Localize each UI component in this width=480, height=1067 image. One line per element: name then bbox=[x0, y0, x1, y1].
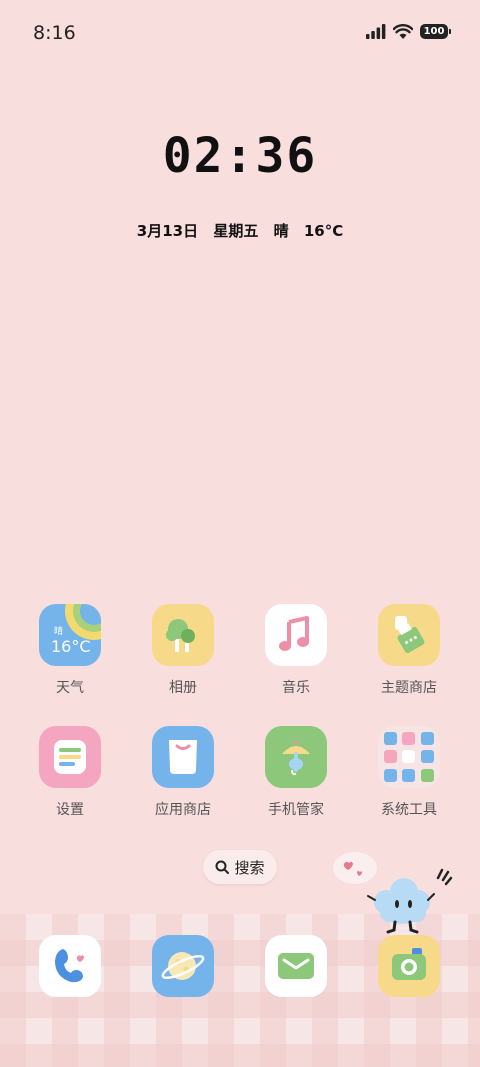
app-store-icon bbox=[152, 726, 214, 788]
messages-icon bbox=[265, 935, 327, 997]
clock-widget[interactable]: 02:36 bbox=[0, 128, 480, 184]
search-icon bbox=[215, 860, 230, 874]
app-security[interactable]: 手机管家 bbox=[246, 726, 346, 819]
cloud-mascot-decoration bbox=[333, 852, 453, 934]
app-themes[interactable]: 主题商店 bbox=[359, 604, 459, 697]
signal-icon bbox=[366, 24, 386, 39]
status-time: 8:16 bbox=[33, 22, 76, 44]
date-text: 3月13日 bbox=[136, 222, 199, 240]
app-folder-system-tools[interactable]: 系统工具 bbox=[359, 726, 459, 819]
app-gallery[interactable]: 相册 bbox=[133, 604, 233, 697]
settings-icon bbox=[39, 726, 101, 788]
app-label-settings: 设置 bbox=[56, 802, 84, 818]
dock-browser[interactable] bbox=[133, 935, 233, 997]
weekday-text: 星期五 bbox=[213, 222, 259, 240]
app-settings[interactable]: 设置 bbox=[20, 726, 120, 819]
app-label-app-store: 应用商店 bbox=[155, 802, 211, 818]
search-label: 搜索 bbox=[234, 858, 265, 877]
camera-icon bbox=[378, 935, 440, 997]
app-label-music: 音乐 bbox=[282, 680, 310, 696]
themes-icon bbox=[378, 604, 440, 666]
dock-camera[interactable] bbox=[359, 935, 459, 997]
app-label-gallery: 相册 bbox=[169, 680, 197, 696]
temperature-text: 16°C bbox=[303, 222, 344, 240]
gallery-icon bbox=[152, 604, 214, 666]
app-music[interactable]: 音乐 bbox=[246, 604, 346, 697]
phone-icon bbox=[39, 935, 101, 997]
dock-phone[interactable] bbox=[20, 935, 120, 997]
app-label-system-tools: 系统工具 bbox=[381, 802, 437, 818]
browser-icon bbox=[152, 935, 214, 997]
search-button[interactable]: 搜索 bbox=[203, 850, 277, 884]
status-bar: 8:16 100 bbox=[0, 0, 480, 68]
status-icons: 100 bbox=[366, 24, 451, 39]
weather-text: 晴 bbox=[273, 222, 289, 240]
weather-widget-condition: 晴 bbox=[54, 627, 64, 637]
weather-widget-temp: 16°C bbox=[51, 637, 91, 656]
dock-messages[interactable] bbox=[246, 935, 346, 997]
music-icon bbox=[265, 604, 327, 666]
weather-icon: 晴 16°C bbox=[39, 604, 101, 666]
folder-icon bbox=[378, 726, 440, 788]
app-store[interactable]: 应用商店 bbox=[133, 726, 233, 819]
app-weather[interactable]: 晴 16°C 天气 bbox=[20, 604, 120, 697]
wifi-icon bbox=[393, 24, 413, 39]
date-weather-line[interactable]: 3月13日 星期五 晴 16°C bbox=[0, 220, 480, 241]
security-icon bbox=[265, 726, 327, 788]
battery-icon: 100 bbox=[420, 24, 451, 39]
app-label-weather: 天气 bbox=[56, 680, 84, 696]
app-label-security: 手机管家 bbox=[268, 802, 324, 818]
app-label-themes: 主题商店 bbox=[381, 680, 437, 696]
